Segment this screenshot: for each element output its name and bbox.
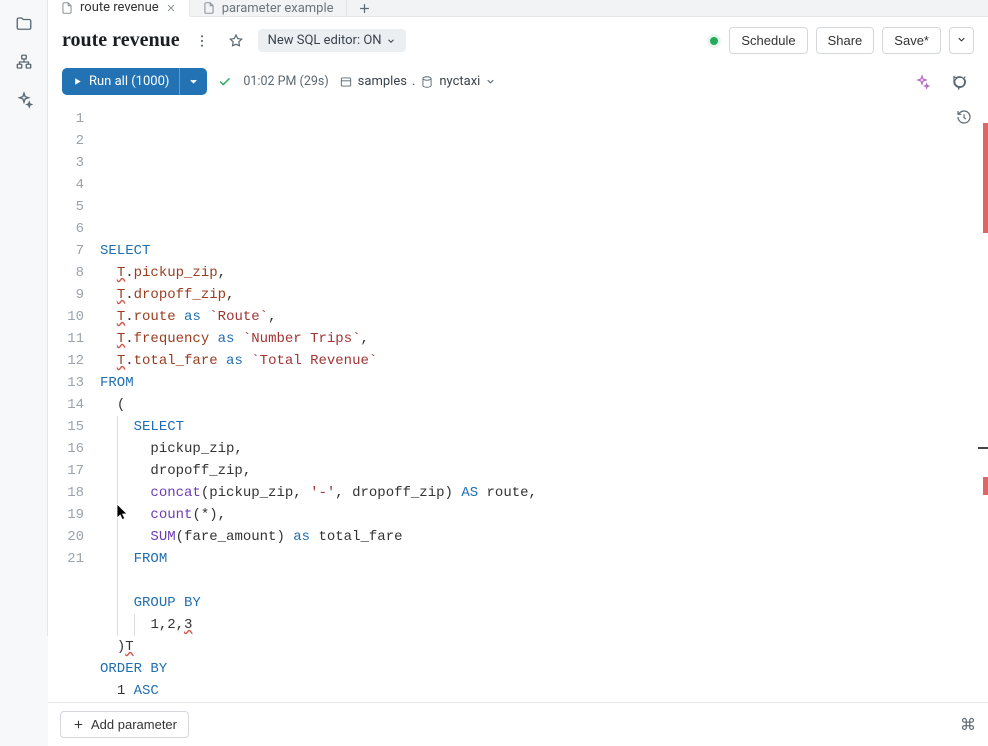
tab-label: route revenue <box>80 0 159 15</box>
header-actions: Schedule Share Save* <box>707 27 974 54</box>
tab-label: parameter example <box>222 1 334 16</box>
code-line[interactable]: GROUP BY <box>100 592 988 614</box>
add-tab-button[interactable] <box>347 0 383 16</box>
status-dot-icon <box>707 34 721 48</box>
assistant-icon[interactable] <box>910 70 934 94</box>
file-icon <box>60 1 74 15</box>
add-parameter-button[interactable]: Add parameter <box>60 711 189 738</box>
save-more-button[interactable] <box>949 27 974 54</box>
star-icon[interactable] <box>224 29 248 53</box>
file-icon <box>202 1 216 15</box>
keyboard-shortcuts-icon[interactable]: ⌘ <box>960 715 976 734</box>
code-line[interactable]: 1,2,3 <box>100 614 988 636</box>
code-line[interactable]: FROM <box>100 548 988 570</box>
line-gutter: 123456789101112131415161718192021 <box>48 105 94 702</box>
code-line[interactable]: T.route as `Route`, <box>100 306 988 328</box>
code-line[interactable]: count(*), <box>100 504 988 526</box>
schedule-button[interactable]: Schedule <box>729 27 807 54</box>
main-area: route revenue parameter example route re… <box>48 0 988 636</box>
code-editor[interactable]: 123456789101112131415161718192021 SELECT… <box>48 105 988 702</box>
left-rail <box>0 0 48 636</box>
code-line[interactable]: T.total_fare as `Total Revenue` <box>100 350 988 372</box>
code-line[interactable]: SUM(fare_amount) as total_fare <box>100 526 988 548</box>
tab-strip: route revenue parameter example <box>48 0 988 17</box>
close-icon[interactable] <box>165 2 177 14</box>
folder-icon[interactable] <box>14 14 34 34</box>
schema-icon[interactable] <box>14 52 34 72</box>
code-line[interactable]: SELECT <box>100 416 988 438</box>
error-marker <box>983 123 988 233</box>
code-line[interactable]: SELECT <box>100 240 988 262</box>
history-icon[interactable] <box>952 105 976 129</box>
code-line[interactable]: T.frequency as `Number Trips`, <box>100 328 988 350</box>
run-dropdown-button[interactable] <box>179 68 207 95</box>
add-parameter-label: Add parameter <box>91 717 177 732</box>
mouse-cursor-icon <box>116 503 130 529</box>
schema-name: nyctaxi <box>439 74 480 89</box>
tab-parameter-example[interactable]: parameter example <box>190 0 347 16</box>
code-body[interactable]: SELECT T.pickup_zip, T.dropoff_zip, T.ro… <box>94 105 988 702</box>
footer-bar: Add parameter ⌘ <box>48 702 988 746</box>
code-line[interactable]: dropoff_zip, <box>100 460 988 482</box>
code-line[interactable]: T.dropoff_zip, <box>100 284 988 306</box>
run-timestamp: 01:02 PM (29s) <box>243 74 328 89</box>
comment-icon[interactable] <box>948 70 972 94</box>
save-button[interactable]: Save* <box>882 27 941 54</box>
code-line[interactable]: concat(pickup_zip, '-', dropoff_zip) AS … <box>100 482 988 504</box>
run-all-button[interactable]: Run all (1000) <box>62 68 207 95</box>
code-line[interactable]: T.pickup_zip, <box>100 262 988 284</box>
catalog-selector[interactable]: samples . nyctaxi <box>339 74 497 89</box>
page-title: route revenue <box>62 29 180 52</box>
code-line[interactable]: ORDER BY <box>100 658 988 680</box>
header-bar: route revenue New SQL editor: ON Schedul… <box>48 17 988 64</box>
sparkle-icon[interactable] <box>14 90 34 110</box>
check-icon <box>217 74 233 90</box>
share-button[interactable]: Share <box>816 27 875 54</box>
toolbar: Run all (1000) 01:02 PM (29s) samples . … <box>48 64 988 105</box>
tab-route-revenue[interactable]: route revenue <box>48 0 190 17</box>
sql-editor-toggle-label: New SQL editor: ON <box>268 33 382 48</box>
code-line[interactable]: 1 ASC <box>100 680 988 702</box>
catalog-name: samples <box>358 74 407 89</box>
sql-editor-toggle[interactable]: New SQL editor: ON <box>258 29 406 52</box>
editor-card: route revenue New SQL editor: ON Schedul… <box>48 17 988 746</box>
code-line[interactable]: ( <box>100 394 988 416</box>
code-line[interactable]: FROM <box>100 372 988 394</box>
run-label: Run all (1000) <box>89 74 169 89</box>
code-line[interactable]: pickup_zip, <box>100 438 988 460</box>
code-line[interactable] <box>100 570 988 592</box>
kebab-menu-icon[interactable] <box>190 29 214 53</box>
code-line[interactable]: )T <box>100 636 988 658</box>
